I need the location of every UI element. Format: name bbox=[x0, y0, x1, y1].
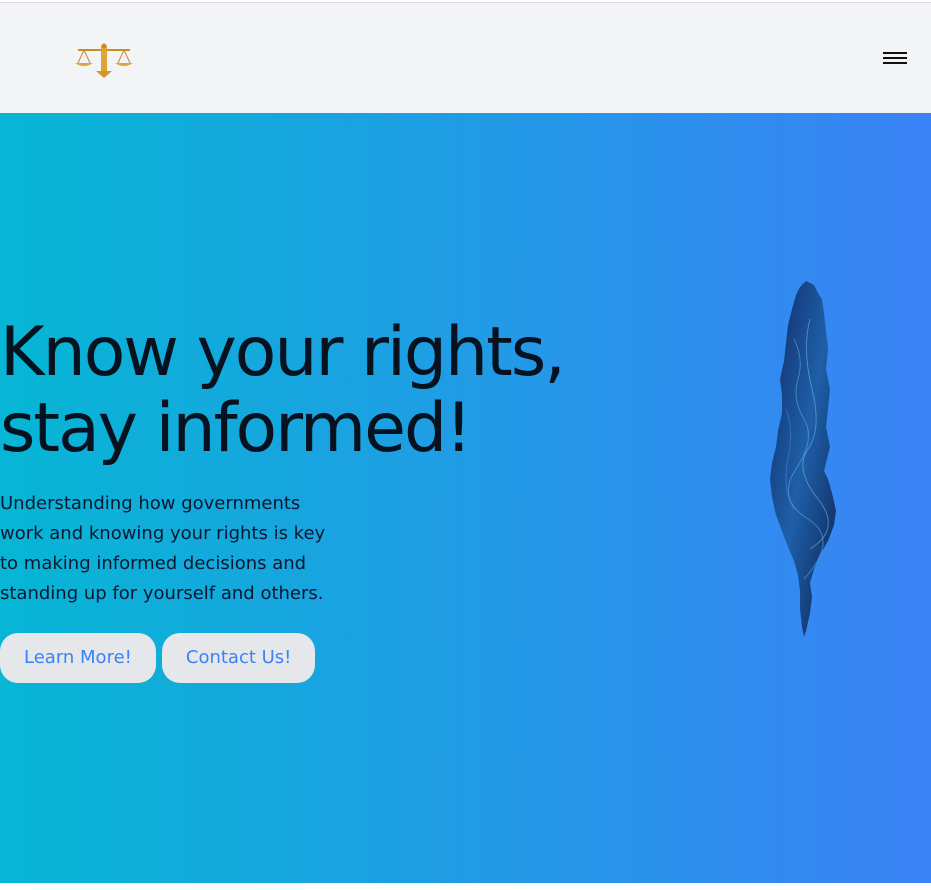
hero-title-line-1: Know your rights, bbox=[0, 313, 566, 392]
logo-link[interactable] bbox=[72, 41, 136, 81]
hero-buttons: Learn More! Contact Us! bbox=[0, 633, 316, 683]
country-map-icon bbox=[770, 281, 836, 637]
learn-more-button[interactable]: Learn More! bbox=[0, 633, 156, 683]
page-bottom bbox=[0, 883, 931, 890]
hamburger-menu-icon bbox=[883, 52, 907, 64]
menu-button[interactable] bbox=[876, 41, 914, 75]
hero-section: Know your rights, stay informed! Underst… bbox=[0, 113, 931, 883]
page: Know your rights, stay informed! Underst… bbox=[0, 0, 931, 890]
contact-us-button[interactable]: Contact Us! bbox=[161, 633, 316, 683]
hero-title: Know your rights, stay informed! bbox=[0, 313, 566, 468]
hero-description: Understanding how governments work and k… bbox=[0, 493, 326, 604]
hero-title-line-2: stay informed! bbox=[0, 389, 472, 468]
scales-of-justice-icon bbox=[75, 43, 133, 78]
site-header bbox=[0, 2, 931, 113]
